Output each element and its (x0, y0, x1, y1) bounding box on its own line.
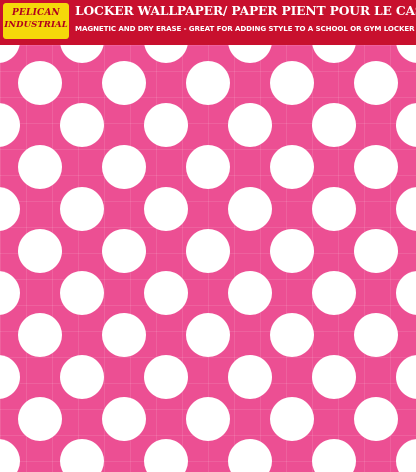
polka-dot (228, 271, 272, 315)
polka-dot (60, 355, 104, 399)
polka-dot (186, 313, 230, 357)
polka-dot (18, 229, 62, 273)
polka-dot (60, 271, 104, 315)
polka-dot (0, 45, 20, 63)
polka-dot (228, 439, 272, 472)
product-title: LOCKER WALLPAPER/ PAPER PIENT POUR LE CA… (75, 3, 416, 18)
polka-dot (102, 229, 146, 273)
polka-dot (0, 271, 20, 315)
brand-logo: PELICAN INDUSTRIAL (0, 0, 72, 41)
polka-dot (144, 103, 188, 147)
polka-dot (144, 439, 188, 472)
polka-dot (354, 397, 398, 441)
polka-dot (18, 397, 62, 441)
polka-dot (270, 313, 314, 357)
brand-name-line1: PELICAN (12, 8, 60, 18)
polka-dot (354, 313, 398, 357)
polka-dot (270, 229, 314, 273)
polka-dot (270, 61, 314, 105)
polka-dot (0, 103, 20, 147)
polka-dot (396, 103, 416, 147)
polka-dot (102, 397, 146, 441)
polka-dot (18, 145, 62, 189)
polka-dot (144, 187, 188, 231)
polka-dot (228, 45, 272, 63)
polka-dot (144, 271, 188, 315)
polka-dot (102, 313, 146, 357)
polka-dot (396, 271, 416, 315)
polka-dot (102, 61, 146, 105)
polka-dot (0, 355, 20, 399)
polka-dot (312, 271, 356, 315)
polka-dot (396, 187, 416, 231)
polka-dot (60, 439, 104, 472)
title-band: LOCKER WALLPAPER/ PAPER PIENT POUR LE CA… (72, 0, 416, 41)
polka-dot (186, 61, 230, 105)
polka-dot (60, 45, 104, 63)
polka-dot (270, 145, 314, 189)
polka-dot (228, 103, 272, 147)
polka-dot (18, 61, 62, 105)
polka-dot (60, 103, 104, 147)
polka-dot-pattern (0, 45, 416, 472)
polka-dot (270, 397, 314, 441)
product-header: PELICAN INDUSTRIAL LOCKER WALLPAPER/ PAP… (0, 0, 416, 45)
polka-dot (102, 145, 146, 189)
polka-dot (0, 187, 20, 231)
polka-dot-svg (0, 45, 416, 472)
polka-dot (312, 187, 356, 231)
brand-name-line2: INDUSTRIAL (4, 20, 68, 30)
polka-dot (396, 439, 416, 472)
product-image: PELICAN INDUSTRIAL LOCKER WALLPAPER/ PAP… (0, 0, 416, 472)
polka-dot (60, 187, 104, 231)
polka-dot (186, 229, 230, 273)
polka-dot (312, 439, 356, 472)
polka-dot (354, 229, 398, 273)
polka-dot (186, 397, 230, 441)
polka-dot (354, 145, 398, 189)
polka-dot (396, 355, 416, 399)
polka-dot (0, 439, 20, 472)
pelican-industrial-logo: PELICAN INDUSTRIAL (3, 3, 69, 39)
polka-dot (186, 145, 230, 189)
polka-dot (312, 45, 356, 63)
polka-dot (18, 313, 62, 357)
polka-dot (396, 45, 416, 63)
polka-dot (144, 45, 188, 63)
polka-dot (354, 61, 398, 105)
polka-dot (312, 103, 356, 147)
polka-dot (228, 355, 272, 399)
polka-dot (312, 355, 356, 399)
polka-dot (144, 355, 188, 399)
polka-dot (228, 187, 272, 231)
product-subtitle: MAGNETIC AND DRY ERASE - GREAT FOR ADDIN… (75, 24, 415, 33)
